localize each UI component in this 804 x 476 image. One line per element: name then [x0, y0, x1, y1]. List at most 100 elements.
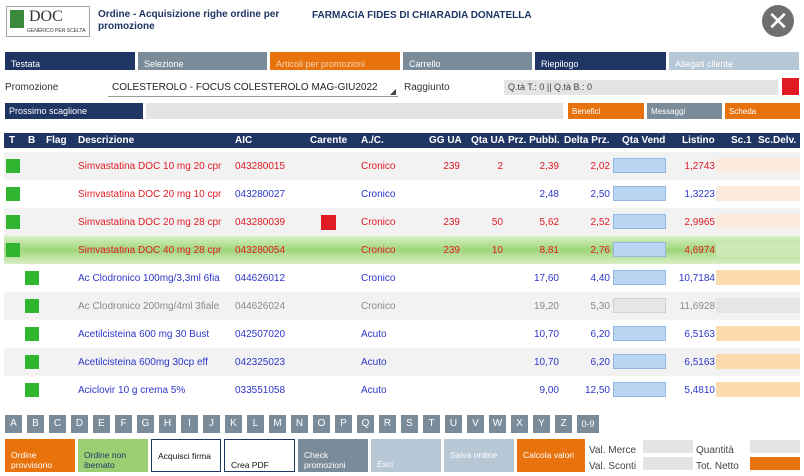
tab-selezione[interactable]: Selezione	[138, 52, 267, 70]
letter-b-button[interactable]: B	[27, 415, 44, 433]
promo-select[interactable]: COLESTEROLO - FOCUS COLESTEROLO MAG-GIU2…	[108, 80, 398, 97]
col-delta-prz[interactable]: Delta Prz.	[564, 135, 610, 146]
qty-input[interactable]	[613, 298, 666, 313]
row-prz-pubbl: 2,39	[539, 161, 559, 172]
letter-f-button[interactable]: F	[115, 415, 132, 433]
letter-u-button[interactable]: U	[445, 415, 462, 433]
table-row[interactable]: Ac Clodronico 100mg/3,3ml 6fia 044626012…	[4, 264, 800, 292]
row-checkbox[interactable]	[6, 215, 20, 229]
col-flag[interactable]: Flag	[46, 135, 67, 146]
col-listino[interactable]: Listino	[682, 135, 715, 146]
discount-field[interactable]	[716, 186, 800, 201]
letter-k-button[interactable]: K	[225, 415, 242, 433]
letter-y-button[interactable]: Y	[533, 415, 550, 433]
acquisci-firma-button[interactable]: Acquisci firma	[151, 439, 221, 472]
row-checkbox[interactable]	[25, 355, 39, 369]
table-row[interactable]: Simvastatina DOC 20 mg 10 cpr 043280027 …	[4, 180, 800, 208]
crea-pdf-button[interactable]: Crea PDF	[224, 439, 295, 472]
qty-input[interactable]	[613, 186, 666, 201]
table-row[interactable]: Simvastatina DOC 20 mg 28 cpr 043280039 …	[4, 208, 800, 236]
letter-w-button[interactable]: W	[489, 415, 506, 433]
col-descrizione[interactable]: Descrizione	[78, 135, 134, 146]
tab-testata[interactable]: Testata	[5, 52, 135, 70]
table-row-selected[interactable]: Simvastatina DOC 40 mg 28 cpr 043280054 …	[4, 236, 800, 264]
col-qta-ua[interactable]: Qta UA	[471, 135, 505, 146]
check-promozioni-button[interactable]: Check promozioni	[298, 439, 368, 472]
table-row[interactable]: Aciclovir 10 g crema 5% 033551058 Acuto …	[4, 376, 800, 404]
tab-carrello[interactable]: Carrello	[403, 52, 532, 70]
col-qta-vend[interactable]: Qta Vend	[622, 135, 665, 146]
letter-c-button[interactable]: C	[49, 415, 66, 433]
row-checkbox[interactable]	[6, 243, 20, 257]
discount-field[interactable]	[716, 382, 800, 397]
col-prz-pubbl[interactable]: Prz. Pubbl.	[508, 135, 560, 146]
letter-e-button[interactable]: E	[93, 415, 110, 433]
qty-input[interactable]	[613, 354, 666, 369]
letter-d-button[interactable]: D	[71, 415, 88, 433]
letter-z-button[interactable]: Z	[555, 415, 572, 433]
discount-field[interactable]	[716, 298, 800, 313]
letter-x-button[interactable]: X	[511, 415, 528, 433]
messaggi-button[interactable]: Messaggi	[647, 103, 722, 119]
letter-j-button[interactable]: J	[203, 415, 220, 433]
row-checkbox[interactable]	[25, 299, 39, 313]
col-t[interactable]: T	[9, 135, 15, 146]
letter-t-button[interactable]: T	[423, 415, 440, 433]
tab-riepilogo[interactable]: Riepilogo	[535, 52, 666, 70]
letter-v-button[interactable]: V	[467, 415, 484, 433]
qty-input[interactable]	[613, 214, 666, 229]
qty-input[interactable]	[613, 382, 666, 397]
esci-button[interactable]: Esci	[371, 439, 441, 472]
col-sc1[interactable]: Sc.1	[731, 135, 752, 146]
table-row[interactable]: Simvastatina DOC 10 mg 20 cpr 043280015 …	[4, 152, 800, 180]
letter-o-button[interactable]: O	[313, 415, 330, 433]
letter-i-button[interactable]: I	[181, 415, 198, 433]
benefici-button[interactable]: Benefici	[568, 103, 644, 119]
letter-m-button[interactable]: M	[269, 415, 286, 433]
letter-digits-button[interactable]: 0-9	[577, 415, 599, 433]
table-row[interactable]: Acetilcisteina 600 mg 30 Bust 042507020 …	[4, 320, 800, 348]
row-checkbox[interactable]	[25, 327, 39, 341]
discount-field[interactable]	[716, 214, 800, 229]
close-button[interactable]: ✕	[762, 5, 794, 37]
col-gg-ua[interactable]: GG UA	[429, 135, 462, 146]
letter-a-button[interactable]: A	[5, 415, 22, 433]
discount-field[interactable]	[716, 242, 800, 257]
letter-n-button[interactable]: N	[291, 415, 308, 433]
row-checkbox[interactable]	[6, 187, 20, 201]
qty-input[interactable]	[613, 326, 666, 341]
discount-field[interactable]	[716, 270, 800, 285]
col-b[interactable]: B	[28, 135, 35, 146]
letter-g-button[interactable]: G	[137, 415, 154, 433]
qty-input[interactable]	[613, 270, 666, 285]
table-row[interactable]: Ac Clodronico 200mg/4ml 3fiale 044626024…	[4, 292, 800, 320]
qty-input[interactable]	[613, 158, 666, 173]
next-tier-button[interactable]: Prossimo scaglione	[5, 103, 143, 119]
letter-h-button[interactable]: H	[159, 415, 176, 433]
col-ac[interactable]: A./C.	[361, 135, 384, 146]
letter-q-button[interactable]: Q	[357, 415, 374, 433]
letter-p-button[interactable]: P	[335, 415, 352, 433]
discount-field[interactable]	[716, 326, 800, 341]
qty-input[interactable]	[613, 242, 666, 257]
letter-s-button[interactable]: S	[401, 415, 418, 433]
col-aic[interactable]: AIC	[235, 135, 252, 146]
col-carente[interactable]: Carente	[310, 135, 347, 146]
calcola-valori-button[interactable]: Calcola valori	[517, 439, 585, 472]
discount-field[interactable]	[716, 354, 800, 369]
scheda-button[interactable]: Scheda	[725, 103, 800, 119]
col-scdelv[interactable]: Sc.Delv.	[758, 135, 796, 146]
salva-ordine-button[interactable]: Salva ordine	[444, 439, 514, 472]
row-checkbox[interactable]	[25, 271, 39, 285]
row-checkbox[interactable]	[25, 383, 39, 397]
tab-allegati-cliente[interactable]: Allegati cliente	[669, 52, 799, 70]
ordine-provvisorio-button[interactable]: Ordine provvisorio	[5, 439, 75, 472]
ordine-non-ibernato-button[interactable]: Ordine non ibernato	[78, 439, 148, 472]
letter-l-button[interactable]: L	[247, 415, 264, 433]
row-checkbox[interactable]	[6, 159, 20, 173]
row-delta-prz: 5,30	[590, 301, 610, 312]
table-row[interactable]: Acetilcisteina 600mg 30cp eff 042325023 …	[4, 348, 800, 376]
discount-field[interactable]	[716, 158, 800, 173]
letter-r-button[interactable]: R	[379, 415, 396, 433]
tab-articoli-promozioni[interactable]: Articoli per promozioni	[270, 52, 400, 70]
